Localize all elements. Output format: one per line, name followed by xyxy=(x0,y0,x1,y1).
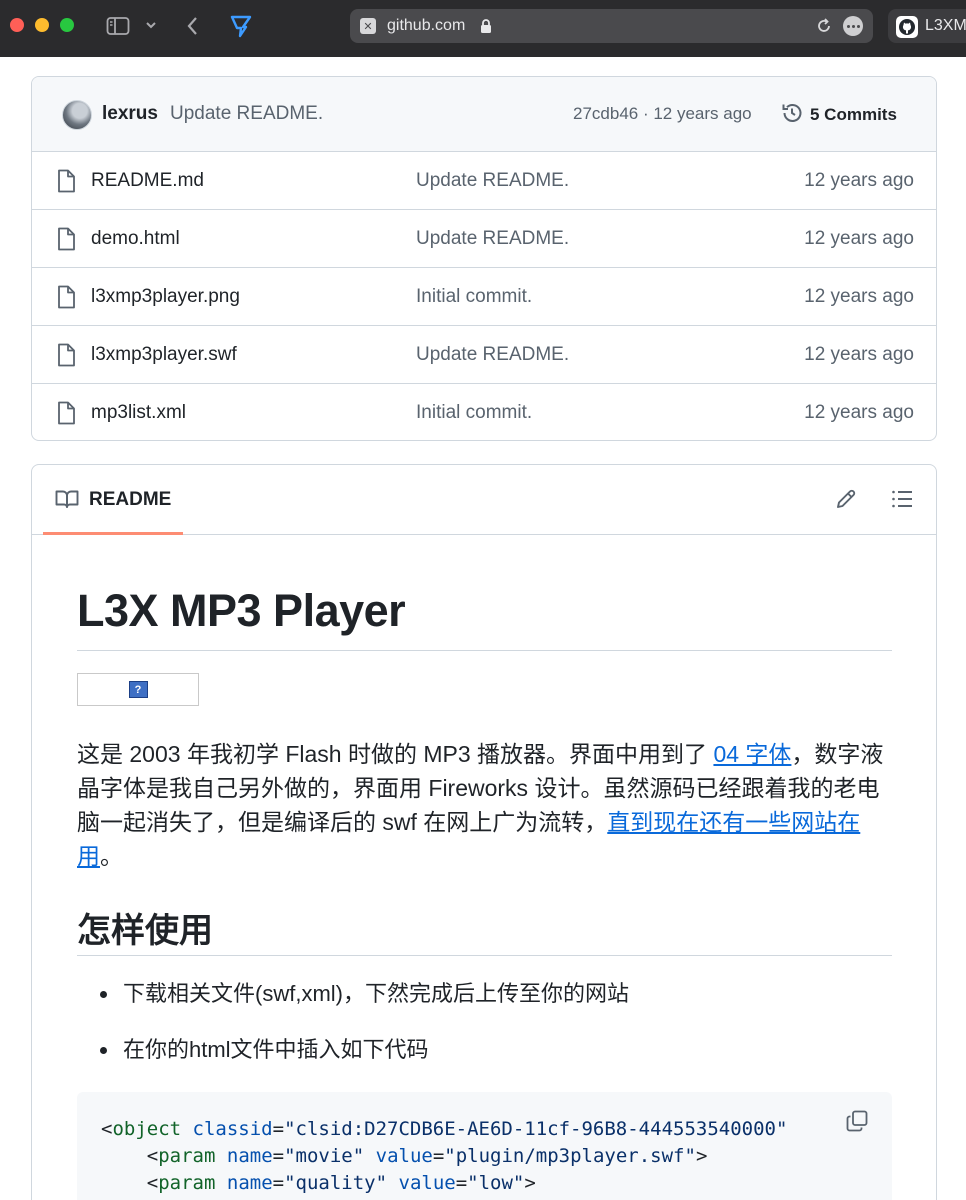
avatar[interactable] xyxy=(62,100,92,130)
sidebar-icon[interactable] xyxy=(106,16,130,36)
commit-message[interactable]: Update README. xyxy=(170,103,323,125)
code-attr: value xyxy=(375,1145,433,1167)
address-text[interactable]: github.com xyxy=(387,17,465,35)
code-string: "plugin/mp3player.swf" xyxy=(444,1145,696,1167)
code-token: > xyxy=(524,1172,536,1194)
browser-tab[interactable]: L3XM xyxy=(888,9,966,43)
file-row[interactable]: README.md Update README. 12 years ago xyxy=(32,152,936,210)
code-string: "clsid:D27CDB6E-AE6D-11cf-96B8-444553540… xyxy=(284,1118,788,1140)
tab-readme[interactable]: README xyxy=(43,465,183,535)
code-token: < xyxy=(101,1118,113,1140)
file-list: lexrus Update README. 27cdb46 · 12 years… xyxy=(31,76,937,441)
code-string: "low" xyxy=(467,1172,525,1194)
commit-meta[interactable]: 27cdb46 · 12 years ago xyxy=(573,104,752,124)
pencil-icon xyxy=(835,488,857,515)
chevron-down-icon[interactable] xyxy=(144,18,158,32)
intro-text: 这是 2003 年我初学 Flash 时做的 MP3 播放器。界面中用到了 xyxy=(77,741,714,767)
code-attr: classid xyxy=(192,1118,273,1140)
code-token: > xyxy=(695,1145,708,1167)
file-name[interactable]: l3xmp3player.png xyxy=(91,286,240,308)
readme-tab-label: README xyxy=(89,489,172,510)
file-age: 12 years ago xyxy=(804,286,914,307)
commit-author[interactable]: lexrus xyxy=(102,103,158,125)
code-tag: param xyxy=(158,1172,216,1194)
list-item: 下载相关文件(swf,xml)，下然完成后上传至你的网站 xyxy=(77,977,892,1033)
zoom-window-button[interactable] xyxy=(60,18,74,32)
code-block[interactable]: <object classid="clsid:D27CDB6E-AE6D-11c… xyxy=(77,1092,892,1200)
file-row[interactable]: l3xmp3player.png Initial commit. 12 year… xyxy=(32,268,936,326)
file-age: 12 years ago xyxy=(804,228,914,249)
browser-toolbar: ✕ github.com L3XM xyxy=(0,0,966,57)
readme-panel: README L3X MP3 Player ? 这是 2003 年我初学 Fla… xyxy=(31,464,937,1200)
broken-image-icon: ? xyxy=(128,681,148,698)
commits-count: 5 Commits xyxy=(810,105,897,124)
list-item: 在你的html文件中插入如下代码 xyxy=(77,1033,892,1089)
file-age: 12 years ago xyxy=(804,402,914,423)
more-icon[interactable] xyxy=(843,16,863,36)
commits-link[interactable]: 5 Commits xyxy=(780,101,897,129)
file-commit-message[interactable]: Update README. xyxy=(416,170,569,192)
file-row[interactable]: demo.html Update README. 12 years ago xyxy=(32,210,936,268)
file-age: 12 years ago xyxy=(804,170,914,191)
code-attr: value xyxy=(398,1172,456,1194)
file-icon xyxy=(56,285,76,314)
code-text: <object classid="clsid:D27CDB6E-AE6D-11c… xyxy=(101,1118,788,1194)
code-token: = xyxy=(272,1118,285,1140)
github-icon xyxy=(896,16,918,38)
minimize-window-button[interactable] xyxy=(35,18,49,32)
code-attr: name xyxy=(226,1172,273,1194)
site-icon: ✕ xyxy=(360,18,376,34)
file-name[interactable]: README.md xyxy=(91,170,204,192)
file-name[interactable]: demo.html xyxy=(91,228,180,250)
file-row[interactable]: mp3list.xml Initial commit. 12 years ago xyxy=(32,384,936,440)
usage-heading: 怎样使用 xyxy=(77,903,892,956)
broken-image[interactable]: ? xyxy=(77,673,199,706)
file-commit-message[interactable]: Initial commit. xyxy=(416,402,532,424)
close-window-button[interactable] xyxy=(10,18,24,32)
extension-icon[interactable] xyxy=(229,13,253,39)
edit-button[interactable] xyxy=(833,488,859,514)
file-name[interactable]: l3xmp3player.swf xyxy=(91,344,237,366)
code-token: < xyxy=(146,1145,159,1167)
history-icon xyxy=(780,101,804,130)
intro-text: 。 xyxy=(100,843,123,869)
usage-list: 下载相关文件(swf,xml)，下然完成后上传至你的网站 在你的html文件中插… xyxy=(77,977,892,1089)
code-tag: object xyxy=(112,1118,182,1140)
readme-title: L3X MP3 Player xyxy=(77,585,892,651)
book-icon xyxy=(55,489,79,514)
outline-button[interactable] xyxy=(889,488,915,514)
copy-button[interactable] xyxy=(844,1110,870,1136)
file-commit-message[interactable]: Update README. xyxy=(416,228,569,250)
latest-commit-bar: lexrus Update README. 27cdb46 · 12 years… xyxy=(32,77,936,152)
file-icon xyxy=(56,343,76,372)
file-commit-message[interactable]: Update README. xyxy=(416,344,569,366)
reload-icon[interactable] xyxy=(815,17,833,40)
file-icon xyxy=(56,169,76,198)
font-link[interactable]: 04 字体 xyxy=(713,741,791,767)
file-commit-message[interactable]: Initial commit. xyxy=(416,286,532,308)
file-row[interactable]: l3xmp3player.swf Update README. 12 years… xyxy=(32,326,936,384)
code-string: "quality" xyxy=(284,1172,388,1194)
readme-header: README xyxy=(32,465,936,535)
file-name[interactable]: mp3list.xml xyxy=(91,402,186,424)
code-tag: param xyxy=(158,1145,216,1167)
lock-icon xyxy=(480,18,492,39)
address-bar[interactable]: ✕ github.com xyxy=(350,9,873,43)
file-age: 12 years ago xyxy=(804,344,914,365)
code-string: "movie" xyxy=(284,1145,365,1167)
intro-paragraph: 这是 2003 年我初学 Flash 时做的 MP3 播放器。界面中用到了 04… xyxy=(77,737,892,873)
tab-title: L3XM xyxy=(925,17,966,34)
code-attr: name xyxy=(226,1145,273,1167)
copy-icon xyxy=(846,1110,868,1137)
back-icon[interactable] xyxy=(184,15,202,37)
list-icon xyxy=(891,489,913,514)
code-token: < xyxy=(146,1172,159,1194)
file-icon xyxy=(56,227,76,256)
file-icon xyxy=(56,401,76,430)
